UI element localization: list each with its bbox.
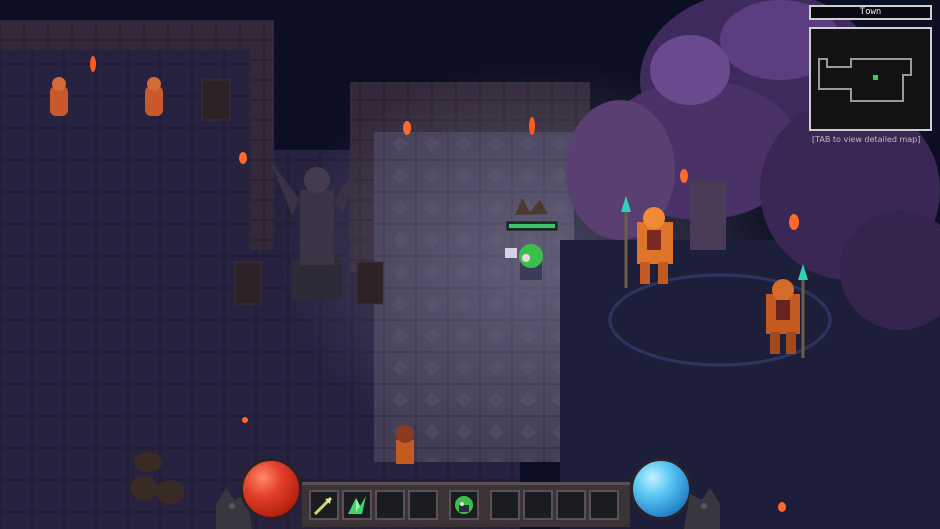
hotbar-slot-9[interactable] <box>589 490 619 520</box>
hotbar-slot-3[interactable] <box>375 490 405 520</box>
training-dummy <box>50 77 68 116</box>
location-name-label: Town <box>809 5 932 20</box>
spear-arrow-icon <box>313 496 333 516</box>
hotbar-slot-8[interactable] <box>556 490 586 520</box>
minimap[interactable] <box>809 27 932 131</box>
hotbar-slot-5[interactable] <box>449 490 479 520</box>
wall-pillar-left <box>250 20 274 250</box>
wall-upper-left <box>0 20 270 50</box>
hotbar-slot-4[interactable] <box>408 490 438 520</box>
training-dummy <box>145 77 163 116</box>
green-crystal-icon <box>348 496 366 514</box>
crate <box>356 261 384 305</box>
crate <box>234 261 262 305</box>
torch-icon <box>242 417 248 423</box>
health-orb <box>240 458 302 520</box>
tree-trunk-pillar <box>690 180 726 250</box>
hotbar-slot-1[interactable] <box>309 490 339 520</box>
torch-icon <box>680 169 688 183</box>
hotbar-slot-2[interactable] <box>342 490 372 520</box>
hotbar-slot-7[interactable] <box>523 490 553 520</box>
torch-icon <box>239 152 247 164</box>
gargoyle-ornament-right <box>684 488 720 529</box>
map-hint-text: [TAB to view detailed map] <box>812 135 921 144</box>
torch-icon <box>90 56 96 72</box>
minimap-player-marker <box>873 75 878 80</box>
torch-icon <box>529 117 535 135</box>
hotbar-slot-6[interactable] <box>490 490 520 520</box>
minimap-rooms <box>818 58 912 102</box>
hotbar <box>302 482 630 527</box>
villager-npc[interactable] <box>396 425 414 464</box>
game-scene[interactable] <box>0 0 940 529</box>
character-portrait-icon <box>455 496 473 514</box>
torch-icon <box>778 502 786 512</box>
torch-icon <box>789 214 799 230</box>
torch-icon <box>403 121 411 135</box>
crate <box>201 79 231 121</box>
